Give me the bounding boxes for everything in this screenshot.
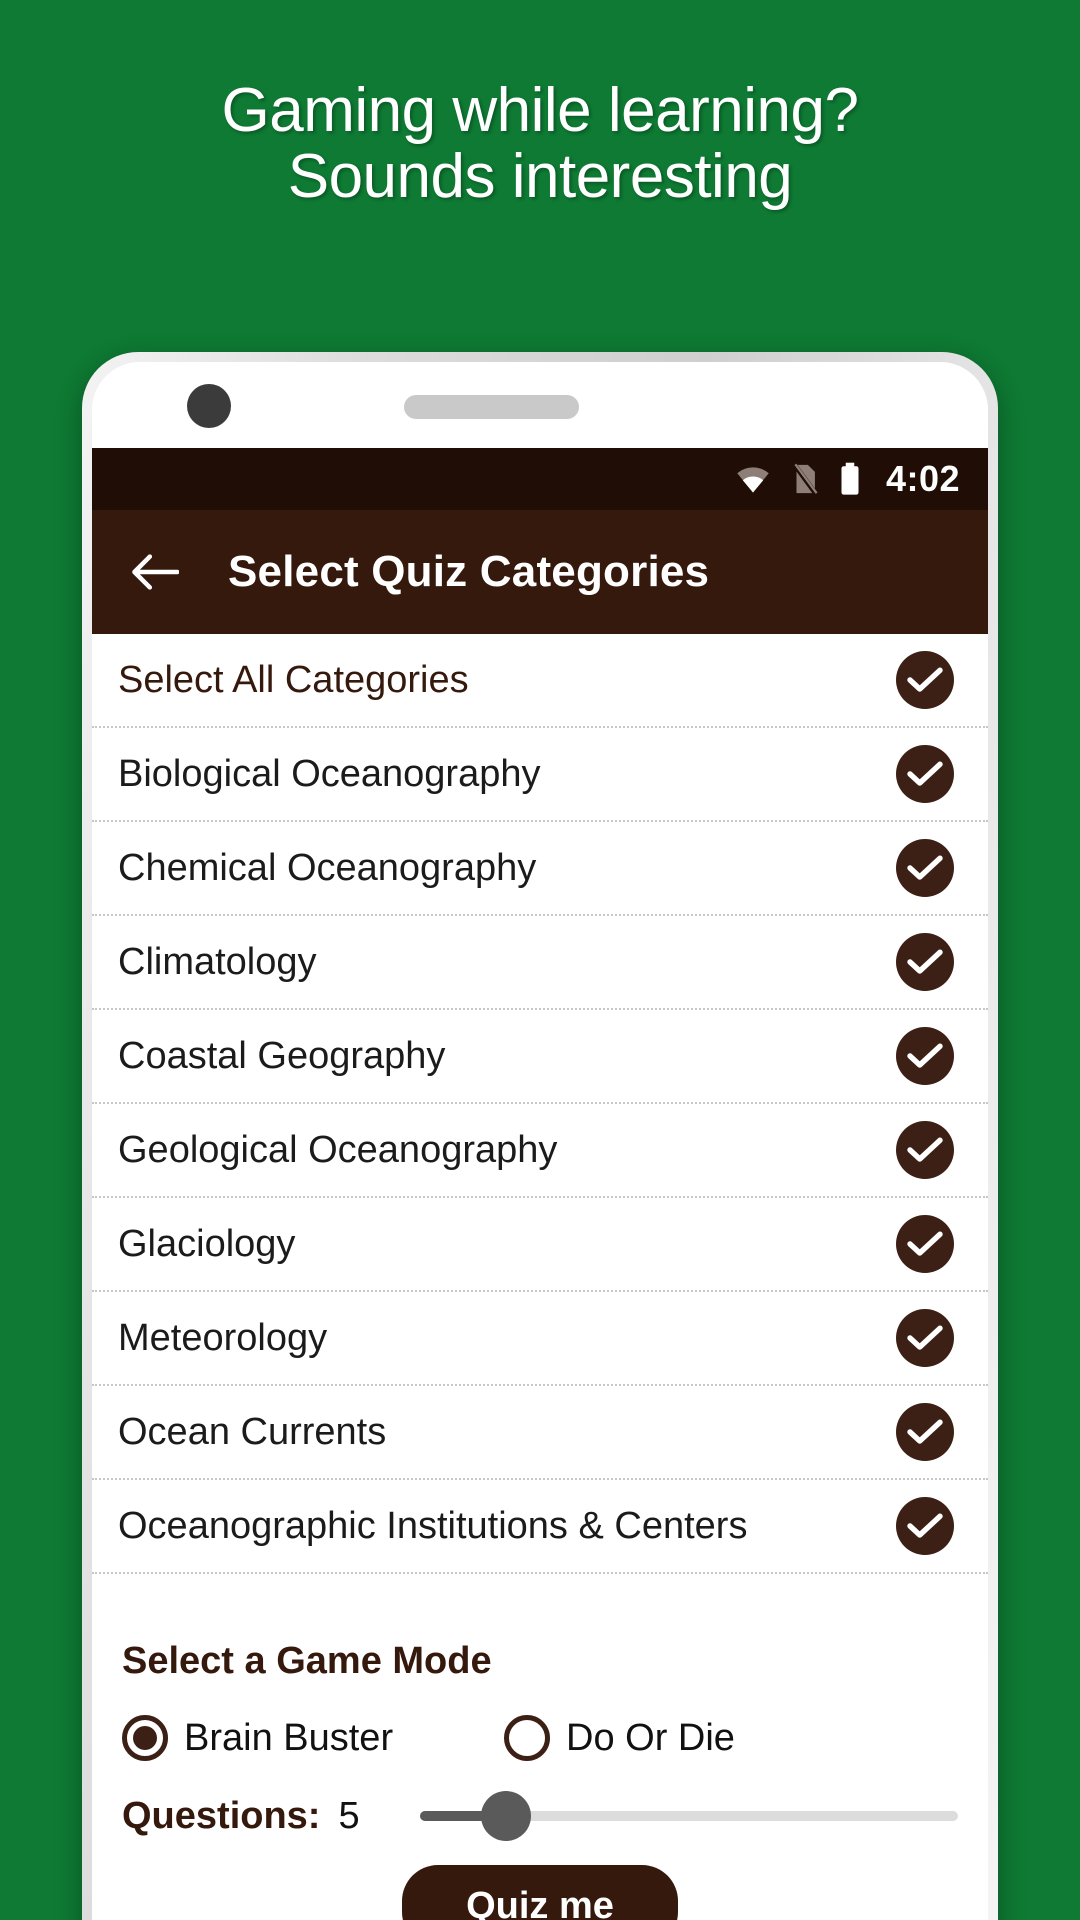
mode-option-do-or-die[interactable]: Do Or Die <box>504 1715 735 1761</box>
category-label: Glaciology <box>118 1222 296 1265</box>
category-row[interactable]: Coastal Geography <box>92 1010 988 1104</box>
category-row[interactable]: Biological Oceanography <box>92 728 988 822</box>
questions-row: Questions: 5 <box>122 1791 958 1841</box>
category-row[interactable]: Ocean Currents <box>92 1386 988 1480</box>
status-bar: 4:02 <box>92 448 988 510</box>
category-label: Geological Oceanography <box>118 1128 558 1171</box>
category-label: Biological Oceanography <box>118 752 541 795</box>
game-mode-radio-group[interactable]: Brain Buster Do Or Die <box>122 1715 958 1761</box>
quiz-button-wrap: Quiz me <box>122 1865 958 1920</box>
promo-line-2: Sounds interesting <box>287 141 793 211</box>
category-label: Oceanographic Institutions & Centers <box>118 1504 748 1547</box>
phone-bezel-top <box>92 362 988 448</box>
questions-slider[interactable] <box>420 1791 958 1841</box>
game-mode-panel: Select a Game Mode Brain Buster Do Or Di… <box>92 1624 988 1920</box>
front-camera-icon <box>187 384 231 428</box>
mode-label-do-or-die: Do Or Die <box>566 1716 735 1759</box>
check-circle-icon[interactable] <box>896 745 954 803</box>
category-label: Meteorology <box>118 1316 328 1359</box>
promo-headline: Gaming while learning? Sounds interestin… <box>0 78 1080 209</box>
category-row[interactable]: Glaciology <box>92 1198 988 1292</box>
category-row[interactable]: Meteorology <box>92 1292 988 1386</box>
radio-unselected-icon[interactable] <box>504 1715 550 1761</box>
category-row[interactable]: Chemical Oceanography <box>92 822 988 916</box>
category-label: Coastal Geography <box>118 1034 446 1077</box>
wifi-icon <box>734 464 772 494</box>
check-circle-icon[interactable] <box>896 1215 954 1273</box>
check-circle-icon[interactable] <box>896 1497 954 1555</box>
check-circle-icon[interactable] <box>896 839 954 897</box>
back-arrow-icon[interactable] <box>126 543 184 601</box>
check-circle-icon[interactable] <box>896 651 954 709</box>
content-area: Select All Categories Biological Oceanogr… <box>92 634 988 1920</box>
category-label: Select All Categories <box>118 658 469 701</box>
slider-thumb[interactable] <box>481 1791 532 1841</box>
status-bar-clock: 4:02 <box>885 458 960 499</box>
battery-full-icon <box>838 462 862 496</box>
questions-value: 5 <box>338 1794 360 1837</box>
category-row[interactable]: Climatology <box>92 916 988 1010</box>
select-all-row[interactable]: Select All Categories <box>92 634 988 728</box>
phone-screen: 4:02 Select Quiz Categories Select All C… <box>92 362 988 1920</box>
game-mode-title: Select a Game Mode <box>122 1640 492 1682</box>
radio-selected-icon[interactable] <box>122 1715 168 1761</box>
phone-frame: 4:02 Select Quiz Categories Select All C… <box>82 352 998 1920</box>
mode-label-brain-buster: Brain Buster <box>184 1716 394 1759</box>
mode-option-brain-buster[interactable]: Brain Buster <box>122 1715 504 1761</box>
category-label: Climatology <box>118 940 317 983</box>
check-circle-icon[interactable] <box>896 1027 954 1085</box>
no-sim-icon <box>790 462 820 496</box>
questions-label: Questions: <box>122 1794 321 1837</box>
app-bar: Select Quiz Categories <box>92 510 988 634</box>
check-circle-icon[interactable] <box>896 1121 954 1179</box>
page-title: Select Quiz Categories <box>228 547 710 596</box>
check-circle-icon[interactable] <box>896 1403 954 1461</box>
check-circle-icon[interactable] <box>896 1309 954 1367</box>
check-circle-icon[interactable] <box>896 933 954 991</box>
category-label: Ocean Currents <box>118 1410 387 1453</box>
category-list[interactable]: Select All Categories Biological Oceanogr… <box>92 634 988 1574</box>
category-row[interactable]: Oceanographic Institutions & Centers <box>92 1480 988 1574</box>
category-label: Chemical Oceanography <box>118 846 537 889</box>
category-row[interactable]: Geological Oceanography <box>92 1104 988 1198</box>
promo-line-1: Gaming while learning? <box>221 76 859 145</box>
quiz-me-button[interactable]: Quiz me <box>402 1865 678 1920</box>
earpiece-speaker <box>404 395 579 419</box>
